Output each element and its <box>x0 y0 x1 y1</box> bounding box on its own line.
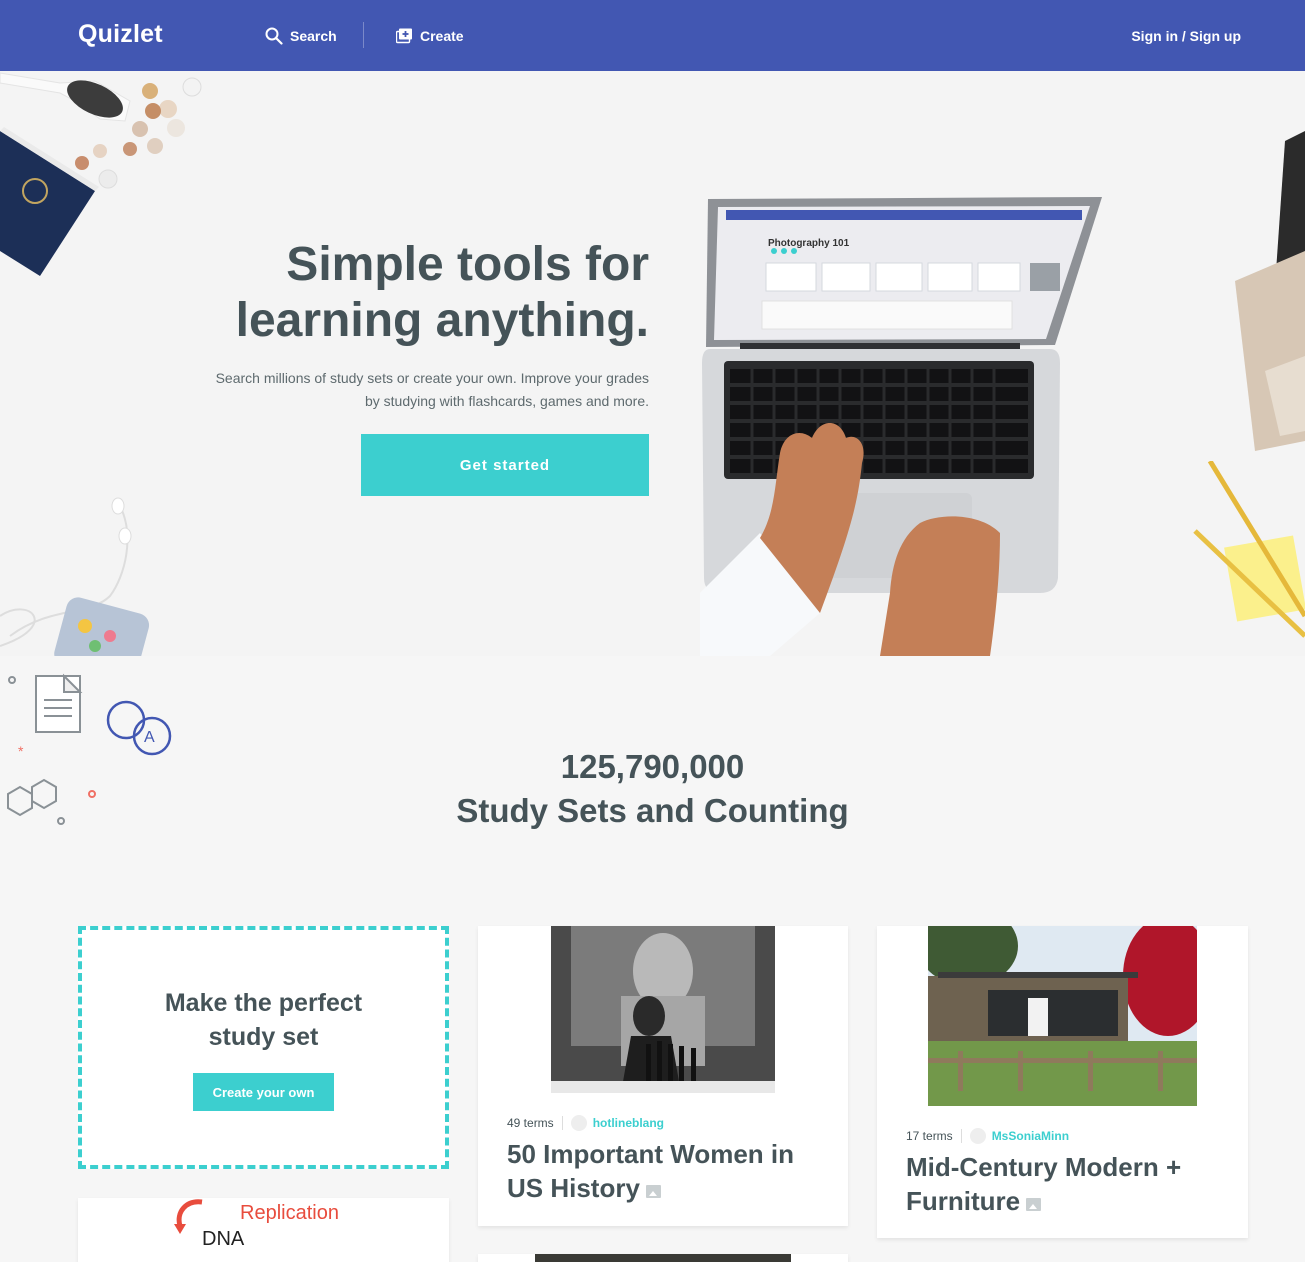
set-author[interactable]: hotlineblang <box>593 1116 664 1130</box>
study-set-card[interactable] <box>478 1254 848 1262</box>
pencils-notes-illustration <box>1193 461 1305 638</box>
create-set-icon <box>396 28 412 44</box>
set-cover-image <box>535 1254 791 1262</box>
hero-title: Simple tools for learning anything. <box>129 237 649 349</box>
laptop-screen-title: Photography 101 <box>768 238 850 249</box>
set-meta: 49 terms hotlineblang <box>507 1115 664 1131</box>
avatar <box>570 1115 587 1131</box>
hero-section: Simple tools for learning anything. Sear… <box>0 71 1305 656</box>
study-set-count: 125,790,000 <box>560 748 745 785</box>
set-title-line2: Furniture <box>906 1186 1021 1216</box>
replication-label: Replication <box>240 1202 339 1224</box>
dna-label: DNA <box>202 1228 245 1250</box>
hero-title-line1: Simple tools for <box>286 238 649 291</box>
hero-subtitle-line1: Search millions of study sets or create … <box>215 370 649 386</box>
set-cover-image <box>928 926 1197 1106</box>
promo-title-line1: Make the perfect <box>164 989 363 1017</box>
laptop-illustration: Photography 101 <box>700 197 1102 656</box>
sign-in-link[interactable]: Sign in / Sign up <box>1131 28 1241 44</box>
term-count: 17 terms <box>906 1129 953 1143</box>
get-started-button[interactable]: Get started <box>361 434 649 496</box>
nav-divider <box>363 22 364 48</box>
stats-section: A * 125,790,000 Study Sets and Counting <box>0 656 1305 926</box>
create-button[interactable]: Create <box>396 25 464 47</box>
create-your-own-button[interactable]: Create your own <box>193 1073 334 1111</box>
hero-subtitle-line2: by studying with flashcards, games and m… <box>364 393 649 409</box>
promo-title-line2: study set <box>208 1023 319 1051</box>
set-author[interactable]: MsSoniaMinn <box>992 1129 1069 1143</box>
hero-title-line2: learning anything. <box>235 294 649 347</box>
search-button[interactable]: Search <box>265 25 337 47</box>
study-set-card[interactable]: 17 terms MsSoniaMinn Mid-Century Modern … <box>877 926 1248 1238</box>
image-icon <box>1026 1198 1042 1211</box>
set-meta: 17 terms MsSoniaMinn <box>906 1128 1069 1144</box>
create-set-promo: Make the perfect study set Create your o… <box>78 926 449 1169</box>
search-label: Search <box>290 28 337 44</box>
study-set-card[interactable]: 49 terms hotlineblang 50 Important Women… <box>478 926 848 1226</box>
set-cover-image <box>551 926 775 1093</box>
study-set-card[interactable]: Replication DNA <box>78 1198 449 1262</box>
study-set-count-label: Study Sets and Counting <box>456 792 849 829</box>
set-title-line1: 50 Important Women in <box>507 1139 794 1169</box>
avatar <box>969 1128 986 1144</box>
books-illustration <box>1235 131 1305 451</box>
meta-divider <box>960 1129 962 1143</box>
promo-title: Make the perfect study set <box>82 986 445 1054</box>
set-title-line2: US History <box>507 1173 640 1203</box>
earbuds-phone-illustration <box>0 497 150 656</box>
create-label: Create <box>420 28 464 44</box>
hero-subtitle: Search millions of study sets or create … <box>169 367 649 413</box>
set-title[interactable]: Mid-Century Modern + Furniture <box>906 1150 1226 1218</box>
set-title[interactable]: 50 Important Women in US History <box>507 1137 827 1205</box>
top-nav: Quizlet Search Create Sign in / Sign up <box>0 0 1305 71</box>
term-count: 49 terms <box>507 1116 554 1130</box>
set-title-line1: Mid-Century Modern + <box>906 1152 1182 1182</box>
svg-text:A: A <box>144 729 155 746</box>
search-icon <box>265 27 283 45</box>
quizlet-logo[interactable]: Quizlet <box>78 20 163 49</box>
image-icon <box>645 1185 661 1198</box>
passport-illustration <box>0 127 99 276</box>
meta-divider <box>561 1116 563 1130</box>
